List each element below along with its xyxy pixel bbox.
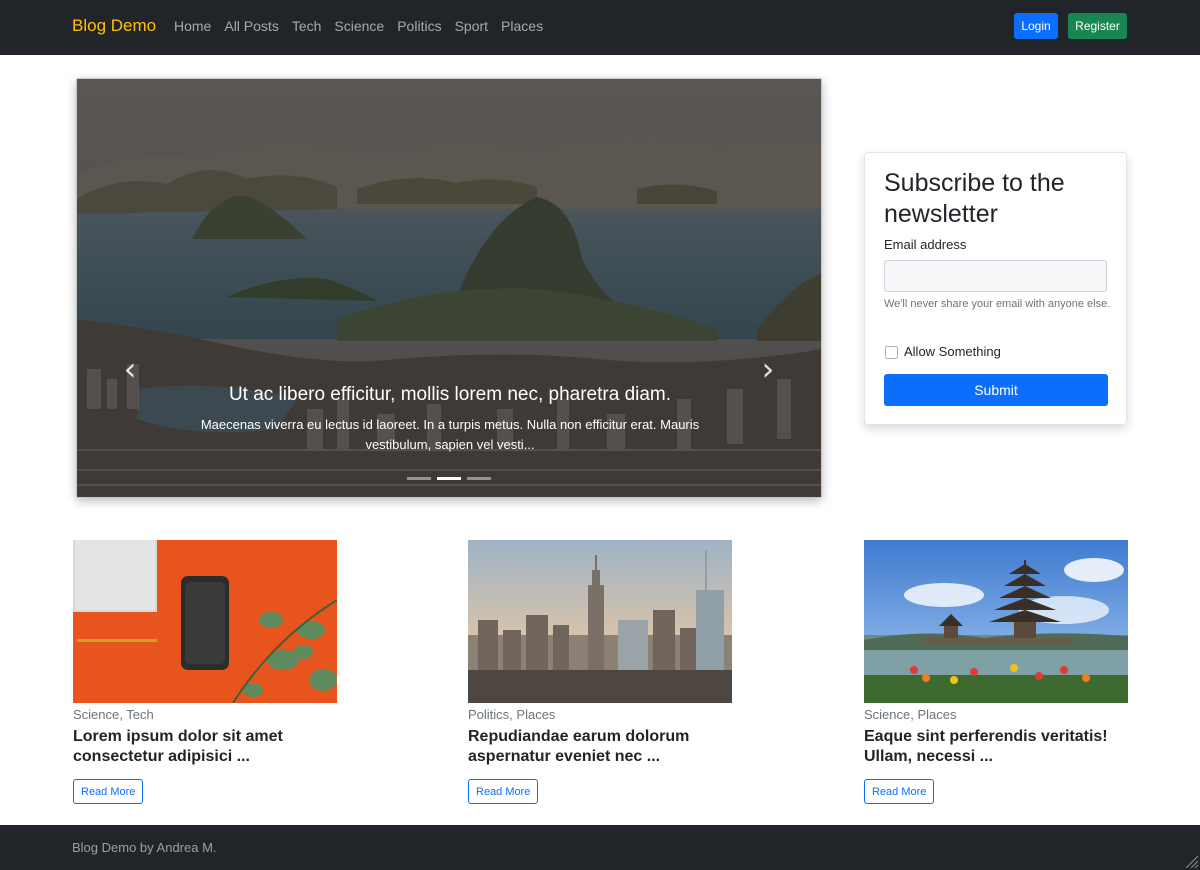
newsletter-card: Subscribe to the newsletter Email addres…: [864, 152, 1127, 425]
chevron-right-icon: ›: [761, 350, 775, 388]
nav-link-science[interactable]: Science: [334, 18, 384, 34]
city-skyline-image: [468, 540, 732, 703]
post-card: Science, Tech Lorem ipsum dolor sit amet…: [73, 540, 337, 804]
post-card: Politics, Places Repudiandae earum dolor…: [468, 540, 732, 804]
brand-logo[interactable]: Blog Demo: [72, 16, 156, 36]
nav-link-sport[interactable]: Sport: [455, 18, 488, 34]
read-more-button[interactable]: Read More: [468, 779, 539, 804]
read-more-button[interactable]: Read More: [73, 779, 144, 804]
carousel-text: Maecenas viverra eu lectus id laoreet. I…: [200, 417, 700, 452]
hero-carousel: ‹ › Ut ac libero efficitur, mollis lorem…: [76, 78, 822, 498]
nav-link-politics[interactable]: Politics: [397, 18, 441, 34]
allow-something-checkbox[interactable]: [885, 346, 898, 359]
post-image[interactable]: [73, 540, 337, 703]
carousel-next-button[interactable]: ›: [753, 349, 783, 389]
nav-link-places[interactable]: Places: [501, 18, 543, 34]
post-image[interactable]: [864, 540, 1128, 703]
nav-link-home[interactable]: Home: [174, 18, 211, 34]
read-more-button[interactable]: Read More: [864, 779, 935, 804]
post-categories: Science, Tech: [73, 707, 154, 722]
carousel-indicator[interactable]: [437, 477, 461, 480]
checkbox-label[interactable]: Allow Something: [904, 344, 1001, 359]
post-image[interactable]: [468, 540, 732, 703]
carousel-prev-button[interactable]: ‹: [115, 349, 145, 389]
newsletter-title: Subscribe to the newsletter: [884, 169, 1065, 228]
login-button[interactable]: Login: [1014, 13, 1058, 39]
register-button[interactable]: Register: [1068, 13, 1127, 39]
temple-lake-image: [864, 540, 1128, 703]
post-title: Lorem ipsum dolor sit amet consectetur a…: [73, 728, 283, 765]
post-categories: Science, Places: [864, 707, 957, 722]
post-title: Eaque sint perferendis veritatis! Ullam,…: [864, 728, 1108, 765]
nav-link-tech[interactable]: Tech: [292, 18, 322, 34]
carousel-caption: Ut ac libero efficitur, mollis lorem nec…: [77, 384, 821, 455]
nav-links: Home All Posts Tech Science Politics Spo…: [174, 18, 543, 34]
submit-button[interactable]: Submit: [884, 374, 1108, 406]
navbar: Blog Demo Home All Posts Tech Science Po…: [0, 0, 1200, 55]
footer-credit: Blog Demo by Andrea M.: [72, 840, 217, 855]
post-title: Repudiandae earum dolorum aspernatur eve…: [468, 728, 690, 765]
post-card: Science, Places Eaque sint perferendis v…: [864, 540, 1128, 804]
phone-desk-image: [73, 540, 337, 703]
carousel-indicator[interactable]: [407, 477, 431, 480]
carousel-indicator[interactable]: [467, 477, 491, 480]
nav-link-all-posts[interactable]: All Posts: [224, 18, 278, 34]
email-help-text: We'll never share your email with anyone…: [884, 298, 1111, 310]
resize-handle-icon[interactable]: [1184, 854, 1198, 868]
email-label: Email address: [884, 237, 967, 252]
email-field[interactable]: [884, 260, 1107, 292]
post-categories: Politics, Places: [468, 707, 556, 722]
carousel-title: Ut ac libero efficitur, mollis lorem nec…: [228, 384, 672, 405]
carousel-indicators: [407, 477, 491, 480]
chevron-left-icon: ‹: [123, 350, 137, 388]
footer: Blog Demo by Andrea M.: [0, 825, 1200, 870]
